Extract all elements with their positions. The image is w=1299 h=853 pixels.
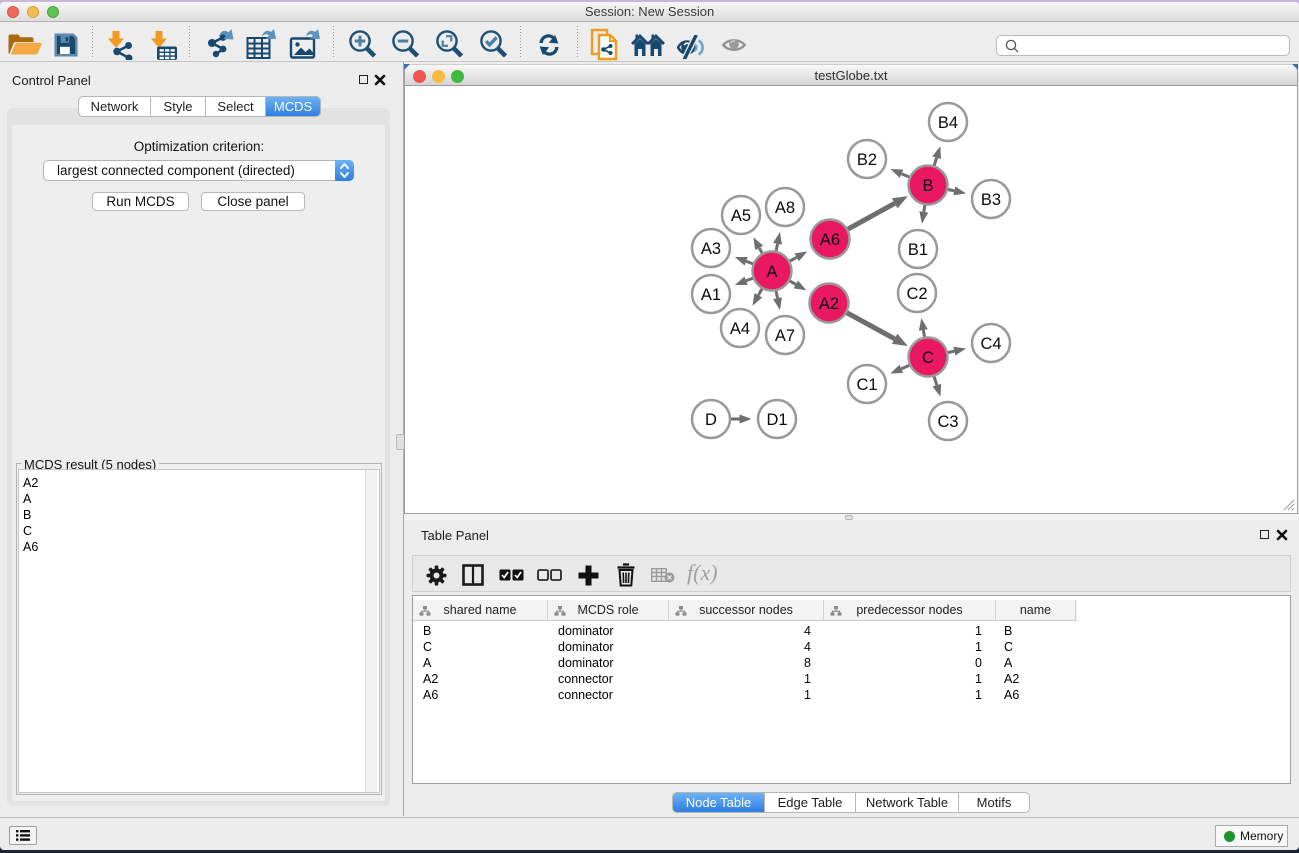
svg-text:A8: A8 xyxy=(775,199,795,217)
svg-text:D1: D1 xyxy=(766,411,787,429)
svg-text:B3: B3 xyxy=(981,191,1001,209)
svg-text:A1: A1 xyxy=(701,286,721,304)
svg-text:D: D xyxy=(705,411,717,429)
svg-text:B: B xyxy=(922,177,933,195)
svg-text:C: C xyxy=(922,349,934,367)
svg-text:A5: A5 xyxy=(731,207,751,225)
svg-text:C1: C1 xyxy=(856,376,877,394)
svg-text:C4: C4 xyxy=(980,335,1001,353)
svg-text:B1: B1 xyxy=(908,241,928,259)
svg-text:B4: B4 xyxy=(938,114,958,132)
svg-text:C3: C3 xyxy=(937,413,958,431)
svg-text:B2: B2 xyxy=(857,151,877,169)
svg-text:A: A xyxy=(766,263,777,281)
svg-text:A2: A2 xyxy=(819,295,839,313)
svg-text:A7: A7 xyxy=(775,327,795,345)
svg-text:C2: C2 xyxy=(906,285,927,303)
svg-text:A3: A3 xyxy=(701,240,721,258)
svg-text:A6: A6 xyxy=(820,231,840,249)
svg-text:A4: A4 xyxy=(730,320,750,338)
